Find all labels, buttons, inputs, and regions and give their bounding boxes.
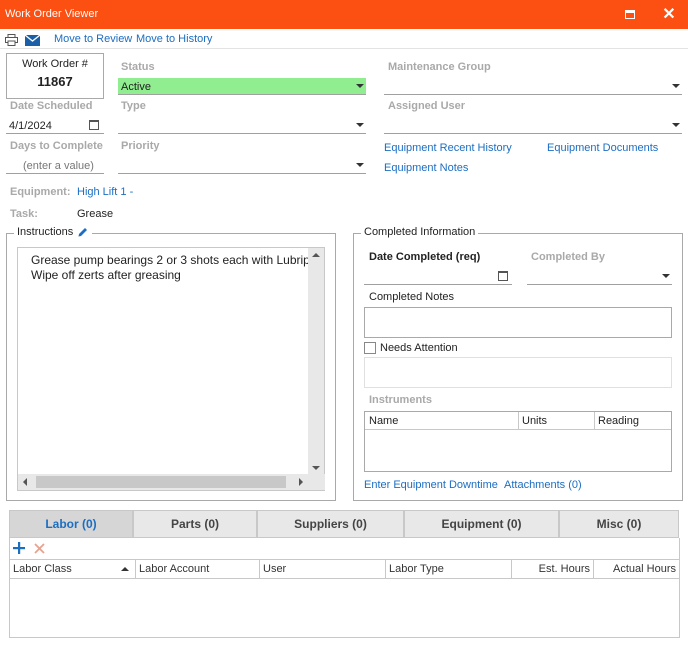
print-button[interactable] [3, 32, 19, 48]
days-to-complete-input[interactable]: (enter a value) [6, 157, 104, 174]
chevron-down-icon [662, 274, 670, 278]
move-to-review-link[interactable]: Move to Review [54, 33, 132, 45]
equipment-notes-link[interactable]: Equipment Notes [384, 162, 468, 174]
work-order-box: Work Order # 11867 [6, 53, 104, 99]
instruments-col-units[interactable]: Units [522, 415, 547, 427]
close-button[interactable]: ✕ [649, 0, 688, 29]
tab-misc[interactable]: Misc (0) [559, 510, 679, 538]
col-labor-class[interactable]: Labor Class [10, 560, 136, 579]
maximize-icon [625, 10, 635, 19]
title-bar: Work Order Viewer ✕ [0, 0, 688, 29]
scroll-down-icon[interactable] [312, 466, 320, 470]
close-icon: ✕ [662, 5, 676, 23]
chevron-down-icon [672, 123, 680, 127]
labor-panel [9, 538, 680, 638]
horizontal-scrollbar[interactable] [18, 474, 325, 490]
instruments-col-reading[interactable]: Reading [598, 415, 639, 427]
instructions-line-2: Wipe off zerts after greasing [31, 268, 181, 282]
maximize-button[interactable] [610, 0, 650, 29]
tab-parts[interactable]: Parts (0) [133, 510, 257, 538]
days-to-complete-placeholder: (enter a value) [23, 160, 94, 172]
date-completed-label: Date Completed (req) [369, 251, 481, 263]
equipment-value-link[interactable]: High Lift 1 - [77, 186, 133, 198]
calendar-icon[interactable] [498, 271, 508, 281]
vertical-scrollbar[interactable] [308, 248, 324, 475]
col-labor-class-label: Labor Class [13, 563, 72, 575]
completed-notes-label: Completed Notes [369, 291, 454, 303]
tab-suppliers[interactable]: Suppliers (0) [257, 510, 404, 538]
instructions-textarea[interactable]: Grease pump bearings 2 or 3 shots each w… [17, 247, 325, 491]
scroll-thumb[interactable] [36, 476, 286, 488]
instruments-header-row: Name Units Reading [365, 412, 671, 430]
email-button[interactable] [24, 32, 40, 48]
maintenance-group-dropdown[interactable] [384, 78, 682, 95]
add-icon[interactable] [12, 541, 26, 555]
status-dropdown[interactable]: Active [118, 78, 366, 95]
completed-by-dropdown[interactable] [527, 268, 672, 285]
date-completed-picker[interactable] [364, 268, 512, 285]
delete-icon[interactable] [34, 543, 45, 554]
needs-attention-label: Needs Attention [380, 342, 458, 354]
status-value: Active [121, 81, 151, 93]
scroll-up-icon[interactable] [312, 253, 320, 257]
task-value: Grease [77, 208, 114, 220]
table-header-bottom-border [10, 578, 679, 579]
instructions-line-1: Grease pump bearings 2 or 3 shots each w… [31, 253, 309, 267]
assigned-user-dropdown[interactable] [384, 117, 682, 134]
completed-by-label: Completed By [531, 251, 605, 263]
date-scheduled-label: Date Scheduled [10, 100, 93, 112]
chevron-down-icon [356, 163, 364, 167]
needs-attention-notes-input[interactable] [364, 357, 672, 388]
col-labor-account[interactable]: Labor Account [136, 560, 260, 579]
chevron-down-icon [356, 123, 364, 127]
work-order-number: 11867 [37, 74, 73, 89]
printer-icon [4, 34, 18, 46]
days-to-complete-label: Days to Complete [10, 140, 103, 152]
pencil-icon[interactable] [77, 226, 89, 238]
enter-equipment-downtime-link[interactable]: Enter Equipment Downtime [364, 479, 498, 491]
col-labor-type[interactable]: Labor Type [386, 560, 512, 579]
instruments-label: Instruments [369, 394, 432, 406]
date-scheduled-picker[interactable]: 4/1/2024 [6, 117, 104, 134]
type-label: Type [121, 100, 146, 112]
priority-dropdown[interactable] [118, 157, 366, 174]
equipment-recent-history-link[interactable]: Equipment Recent History [384, 142, 512, 154]
instructions-header: Instructions [14, 226, 93, 238]
col-user[interactable]: User [260, 560, 386, 579]
work-order-label: Work Order # [22, 58, 88, 70]
status-label: Status [121, 61, 155, 73]
col-actual-hours[interactable]: Actual Hours [594, 560, 679, 579]
col-est-hours[interactable]: Est. Hours [512, 560, 594, 579]
attachments-link[interactable]: Attachments (0) [504, 479, 582, 491]
maintenance-group-label: Maintenance Group [388, 61, 491, 73]
type-dropdown[interactable] [118, 117, 366, 134]
chevron-down-icon [672, 84, 680, 88]
instructions-label: Instructions [17, 226, 74, 238]
date-scheduled-value: 4/1/2024 [9, 120, 52, 132]
column-divider [594, 412, 595, 430]
tab-labor[interactable]: Labor (0) [9, 510, 133, 538]
window-title: Work Order Viewer [5, 8, 99, 20]
scroll-left-icon[interactable] [23, 478, 27, 486]
instruments-table: Name Units Reading [364, 411, 672, 472]
equipment-documents-link[interactable]: Equipment Documents [547, 142, 658, 154]
chevron-down-icon [356, 84, 364, 88]
assigned-user-label: Assigned User [388, 100, 466, 112]
scroll-right-icon[interactable] [299, 478, 303, 486]
needs-attention-checkbox[interactable] [364, 342, 376, 354]
sort-ascending-icon [121, 567, 129, 571]
toolbar: Move to Review Move to History [0, 30, 688, 49]
priority-label: Priority [121, 140, 160, 152]
task-label: Task: [10, 208, 38, 220]
envelope-icon [24, 34, 40, 46]
move-to-history-link[interactable]: Move to History [136, 33, 212, 45]
equipment-label: Equipment: [10, 186, 71, 198]
instruments-col-name[interactable]: Name [369, 415, 398, 427]
column-divider [518, 412, 519, 430]
tab-equipment[interactable]: Equipment (0) [404, 510, 559, 538]
completed-notes-input[interactable] [364, 307, 672, 338]
completed-information-label: Completed Information [361, 226, 479, 238]
calendar-icon[interactable] [89, 120, 99, 130]
